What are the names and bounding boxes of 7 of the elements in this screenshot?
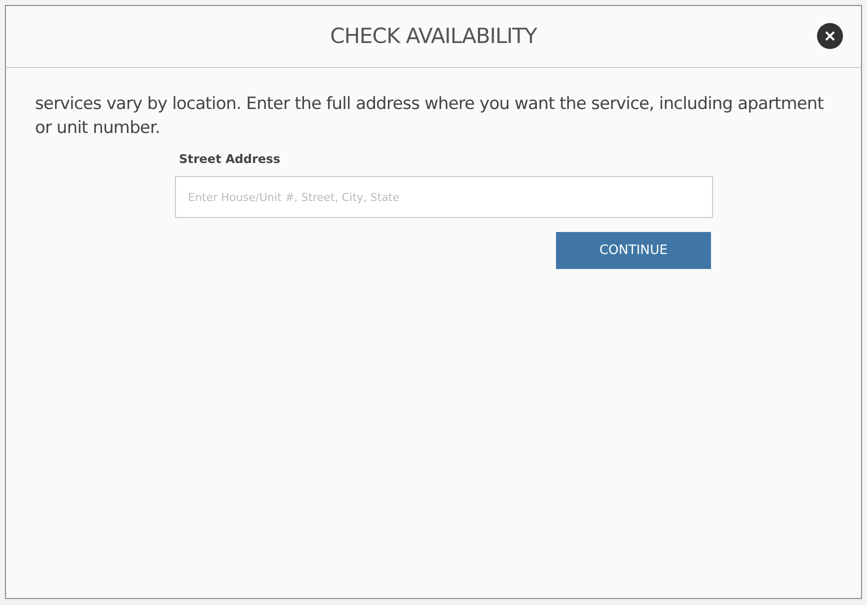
- street-address-field[interactable]: Enter House/Unit #, Street, City, State: [175, 176, 713, 218]
- dialog-title: CHECK AVAILABILITY: [330, 22, 537, 50]
- close-icon: [825, 31, 835, 41]
- intro-text: services vary by location. Enter the full address where you want the service, including apartment or unit number.: [34, 93, 825, 140]
- close-button[interactable]: [817, 23, 843, 49]
- continue-button[interactable]: CONTINUE: [556, 232, 711, 269]
- field-label: Street Address: [178, 151, 282, 168]
